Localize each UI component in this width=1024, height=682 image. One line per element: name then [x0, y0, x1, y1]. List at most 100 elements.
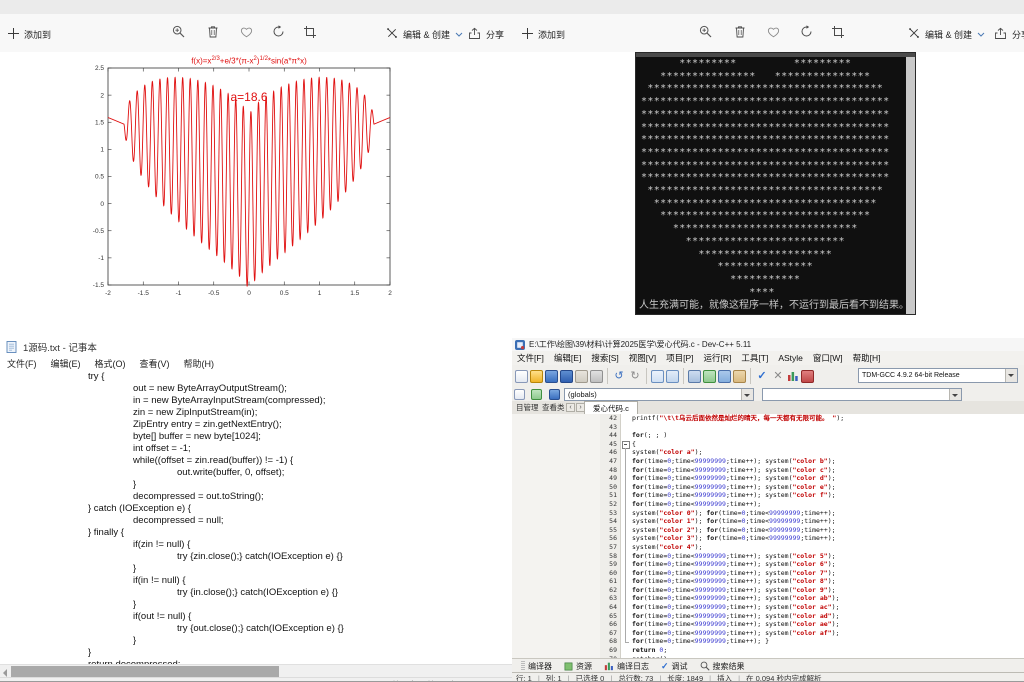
- svg-text:2.5: 2.5: [95, 65, 104, 72]
- toolbar-separator: [683, 368, 684, 384]
- tab-debug[interactable]: ✓调试: [655, 659, 694, 673]
- fold-toggle-icon[interactable]: [621, 440, 630, 449]
- grip-icon: [518, 661, 525, 671]
- notepad-menu-H[interactable]: 帮助(H): [177, 356, 222, 371]
- photos-window-console: 添加到 编辑 & 创建 分享: [512, 0, 1024, 339]
- scrollbar-thumb[interactable]: [11, 666, 279, 677]
- notepad-hscrollbar[interactable]: [0, 664, 512, 678]
- code-line: 64for(time=0;time<99999999;time++); syst…: [600, 603, 1024, 612]
- rotate-icon: [800, 25, 813, 43]
- editor-tab-active[interactable]: 爱心代码.c: [584, 401, 638, 415]
- devcpp-menu[interactable]: 搜索[S]: [586, 351, 623, 365]
- heart-function-plot: -2-1.5-1-0.500.511.52-1.5-1-0.500.511.52…: [0, 0, 512, 338]
- ascii-art-row: ***********************************: [641, 198, 905, 211]
- code-line: 67for(time=0;time<99999999;time++); syst…: [600, 629, 1024, 638]
- console-scrollbar[interactable]: [906, 57, 915, 314]
- devcpp-menu[interactable]: 文件[F]: [512, 351, 549, 365]
- devcpp-menu[interactable]: 工具[T]: [736, 351, 773, 365]
- new-file-icon[interactable]: [515, 370, 528, 383]
- abort-icon[interactable]: ✕: [771, 370, 785, 383]
- notepad-text-area[interactable]: try {out = new ByteArrayOutputStream();i…: [0, 371, 512, 664]
- tab-compiler[interactable]: 编译器: [512, 659, 558, 673]
- photos-toolbar: 添加到 编辑 & 创建 分享: [512, 14, 1024, 52]
- tab-search-results[interactable]: 搜索结果: [694, 659, 751, 673]
- close-file-icon[interactable]: [575, 370, 588, 383]
- combo-arrow-icon[interactable]: [741, 389, 753, 400]
- project-manager-panel[interactable]: [512, 414, 601, 658]
- rotate-button[interactable]: [798, 26, 814, 42]
- notepad-code-line: if(in != null) {: [0, 575, 512, 587]
- rebuild-icon[interactable]: [733, 370, 746, 383]
- code-line: 42printf("\t\t乌云后面依然是灿烂的晴天，每一天都有无限可能。 ")…: [600, 414, 1024, 423]
- svg-text:-1.5: -1.5: [138, 290, 150, 297]
- favorite-button[interactable]: [765, 26, 781, 42]
- code-text: for(time=0;time<99999999;time++); system…: [632, 612, 839, 621]
- devcpp-menu[interactable]: 运行[R]: [699, 351, 737, 365]
- notepad-menu-O[interactable]: 格式(O): [88, 356, 133, 371]
- globals-select[interactable]: (globals): [564, 388, 754, 401]
- save-icon[interactable]: [545, 370, 558, 383]
- delete-profile-icon[interactable]: [801, 370, 814, 383]
- line-number: 65: [600, 612, 621, 621]
- line-number: 43: [600, 423, 621, 432]
- redo-icon[interactable]: ↻: [628, 370, 642, 383]
- code-line: 55system("color 2"); for(time=0;time<999…: [600, 526, 1024, 535]
- code-text: for(; ; ): [632, 431, 667, 440]
- notepad-window: 1源码.txt - 记事本 文件(F)编辑(E)格式(O)查看(V)帮助(H) …: [0, 338, 513, 682]
- plot-title: f(x)=x2/3+e/3*(π-x2)1/2*sin(a*π*x): [108, 54, 390, 67]
- edit-create-button[interactable]: 编辑 & 创建: [908, 26, 985, 42]
- combo-arrow-icon[interactable]: [949, 389, 961, 400]
- zoom-button[interactable]: [697, 26, 713, 42]
- compile-run-icon[interactable]: [718, 370, 731, 383]
- code-editor[interactable]: 42printf("\t\t乌云后面依然是灿烂的晴天，每一天都有无限可能。 ")…: [600, 414, 1024, 658]
- devcpp-menu[interactable]: 视图[V]: [624, 351, 661, 365]
- compile-icon[interactable]: [688, 370, 701, 383]
- devcpp-menu[interactable]: AStyle: [773, 352, 808, 364]
- profile-icon[interactable]: [787, 370, 799, 382]
- member-icon[interactable]: [549, 389, 560, 400]
- scroll-left-arrow-icon[interactable]: [3, 669, 7, 677]
- add-to-button[interactable]: 添加到: [522, 26, 565, 42]
- devcpp-menu[interactable]: 窗口[W]: [808, 351, 848, 365]
- tab-compile-log[interactable]: 编译日志: [598, 659, 655, 673]
- svg-text:0: 0: [247, 290, 251, 297]
- code-line: 47for(time=0;time<99999999;time++); syst…: [600, 457, 1024, 466]
- tab-view-classes[interactable]: 查看类: [538, 402, 569, 414]
- code-text: for(time=0;time<99999999;time++); system…: [632, 474, 836, 483]
- code-text: system("color 3"); for(time=0;time<99999…: [632, 534, 836, 543]
- code-text: system("color 4");: [632, 543, 702, 552]
- combo-arrow-icon[interactable]: [1005, 369, 1017, 382]
- members-select[interactable]: [762, 388, 962, 401]
- svg-text:0.5: 0.5: [280, 290, 289, 297]
- notepad-menu-V[interactable]: 查看(V): [133, 356, 177, 371]
- devcpp-menu[interactable]: 帮助[H]: [848, 351, 886, 365]
- devcpp-menu[interactable]: 项目[P]: [661, 351, 698, 365]
- devcpp-title: E:\工作\绘图\39\材料\计算2025医学\爱心代码.c - Dev-C++…: [529, 339, 751, 350]
- undo-icon[interactable]: ↺: [612, 370, 626, 383]
- code-text: for(time=0;time<99999999;time++); system…: [632, 569, 836, 578]
- tab-resources[interactable]: 资源: [558, 659, 598, 673]
- devcpp-menu[interactable]: 编辑[E]: [549, 351, 586, 365]
- devcpp-menubar: 文件[F]编辑[E]搜索[S]视图[V]项目[P]运行[R]工具[T]AStyl…: [512, 351, 1024, 366]
- run-icon[interactable]: [703, 370, 716, 383]
- open-file-icon[interactable]: [530, 370, 543, 383]
- fold-gutter: [621, 612, 630, 621]
- add-item-icon[interactable]: [531, 389, 542, 400]
- code-line: 52for(time=0;time<99999999;time++);: [600, 500, 1024, 509]
- share-button[interactable]: 分享: [994, 26, 1024, 42]
- syntax-check-icon[interactable]: ✓: [755, 370, 769, 383]
- notepad-menu-E[interactable]: 编辑(E): [44, 356, 88, 371]
- fold-gutter: [621, 629, 630, 638]
- delete-button[interactable]: [732, 26, 748, 42]
- notepad-menu-F[interactable]: 文件(F): [0, 356, 44, 371]
- new-source-icon[interactable]: [514, 389, 525, 400]
- find-icon[interactable]: [651, 370, 664, 383]
- replace-icon[interactable]: [666, 370, 679, 383]
- crop-button[interactable]: [830, 26, 846, 42]
- tab-scroll-left-button[interactable]: ‹: [566, 403, 575, 412]
- svg-text:-0.5: -0.5: [208, 290, 220, 297]
- compiler-select[interactable]: TDM-GCC 4.9.2 64-bit Release: [858, 368, 1018, 383]
- print-icon[interactable]: [590, 370, 603, 383]
- code-text: for(time=0;time<99999999;time++);: [632, 500, 761, 509]
- save-all-icon[interactable]: [560, 370, 573, 383]
